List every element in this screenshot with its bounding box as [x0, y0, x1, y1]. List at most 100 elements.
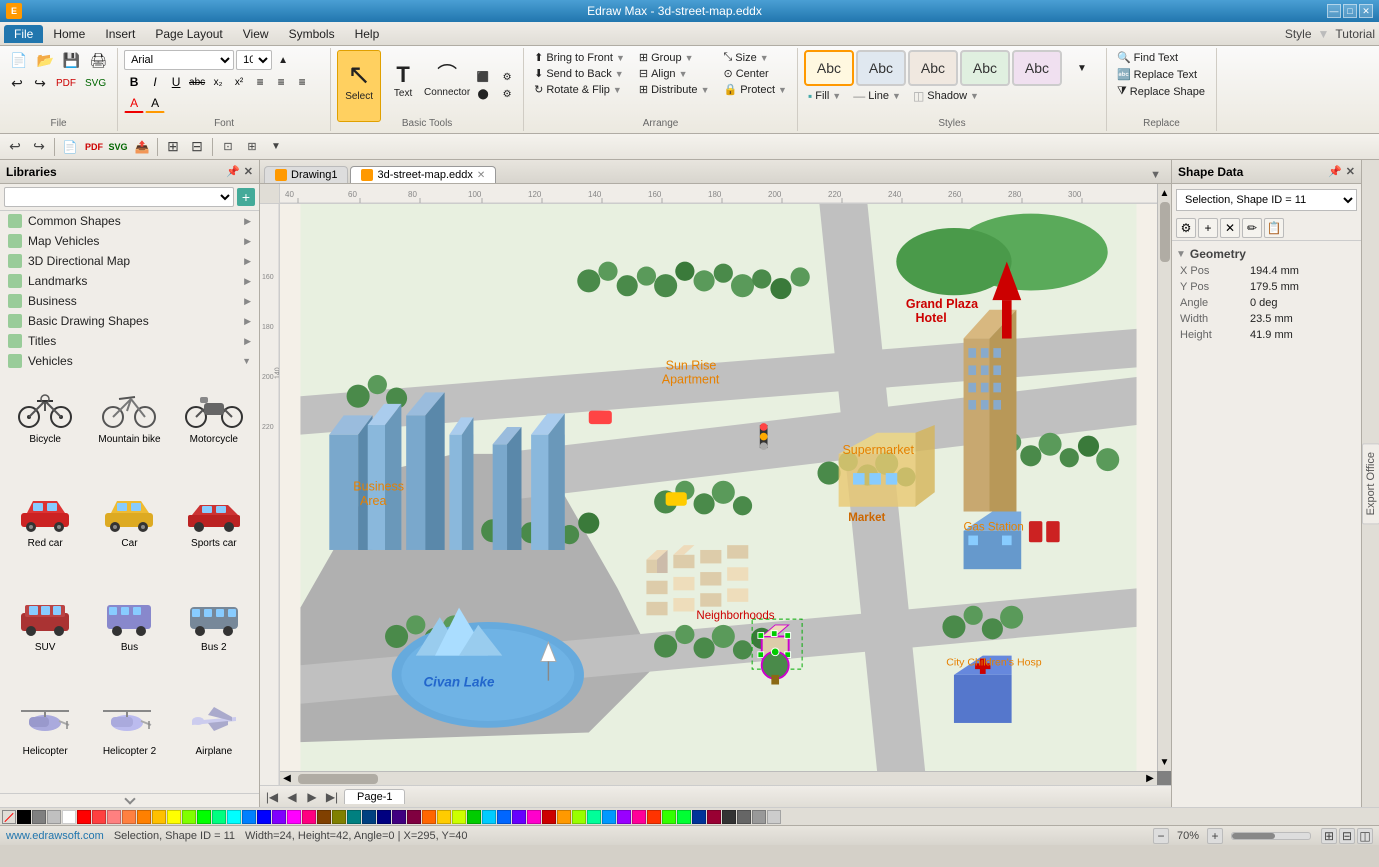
color-swatch[interactable] [362, 810, 376, 824]
lib-item-vehicles[interactable]: Map Vehicles ▶ [0, 231, 259, 251]
shape-car[interactable]: Car [88, 479, 170, 581]
color-swatch[interactable] [767, 810, 781, 824]
underline-btn[interactable]: U [166, 72, 186, 92]
view-btn-2[interactable]: ⊟ [1339, 828, 1355, 844]
fill-btn[interactable]: ▪ Fill ▼ [804, 88, 845, 104]
replace-shape-btn[interactable]: ⧩ Replace Shape [1113, 84, 1209, 99]
color-swatch[interactable] [437, 810, 451, 824]
close-btn[interactable]: ✕ [1359, 4, 1373, 18]
increase-size-btn[interactable]: ▲ [274, 53, 292, 68]
more-shapes-btn[interactable]: ⚙ [497, 70, 517, 85]
style-btn[interactable]: Style [1285, 27, 1312, 41]
color-swatch[interactable] [647, 810, 661, 824]
shape-data-pin-btn[interactable]: 📌 [1328, 165, 1342, 178]
undo-btn[interactable]: ↩ [6, 73, 28, 94]
minimize-btn[interactable]: — [1327, 4, 1341, 18]
shape-bus2[interactable]: Bus 2 [173, 583, 255, 685]
zoom-slider[interactable] [1231, 832, 1311, 840]
shape-red-car[interactable]: Red car [4, 479, 86, 581]
page-nav-next[interactable]: ▶ [304, 789, 320, 805]
align-left-btn[interactable]: ≡ [250, 72, 270, 92]
find-text-btn[interactable]: 🔍 Find Text [1113, 50, 1182, 65]
tb-new-btn[interactable]: 📄 [59, 136, 81, 158]
size-btn[interactable]: ⤡ Size ▼ [719, 50, 790, 65]
website-link[interactable]: www.edrawsoft.com [6, 830, 104, 842]
shape-rect-btn[interactable]: ⬛ [471, 70, 495, 85]
subscript-btn[interactable]: x₂ [208, 72, 228, 92]
italic-btn[interactable]: I [145, 72, 165, 92]
color-swatch[interactable] [452, 810, 466, 824]
color-swatch[interactable] [737, 810, 751, 824]
color-swatch[interactable] [107, 810, 121, 824]
color-swatch[interactable] [512, 810, 526, 824]
center-btn[interactable]: ⊙ Center [719, 66, 790, 81]
view-btn-1[interactable]: ⊞ [1321, 828, 1337, 844]
tb-pdf-btn[interactable]: PDF [83, 136, 105, 158]
font-size-select[interactable]: 10 [236, 50, 272, 70]
color-swatch[interactable] [482, 810, 496, 824]
font-color-btn[interactable]: A [124, 93, 144, 113]
lib-item-titles[interactable]: Titles ▶ [0, 331, 259, 351]
color-swatch[interactable] [62, 810, 76, 824]
maximize-btn[interactable]: □ [1343, 4, 1357, 18]
more-lines-btn[interactable]: ⚙ [497, 87, 517, 102]
color-swatch[interactable] [287, 810, 301, 824]
tb-undo-btn[interactable]: ↩ [4, 136, 26, 158]
tb-redo-btn[interactable]: ↪ [28, 136, 50, 158]
canvas-vscroll[interactable]: ▲ ▼ [1157, 184, 1171, 771]
shape-airplane[interactable]: Airplane [173, 687, 255, 789]
export-office-label[interactable]: Export Office [1362, 443, 1379, 524]
sd-edit-btn[interactable]: ✏ [1242, 218, 1262, 238]
color-swatch[interactable] [257, 810, 271, 824]
color-swatch[interactable] [392, 810, 406, 824]
lib-item-basic[interactable]: Basic Drawing Shapes ▶ [0, 311, 259, 331]
no-fill-swatch[interactable] [2, 810, 16, 824]
sd-delete-btn[interactable]: ✕ [1220, 218, 1240, 238]
tb-more-btn[interactable]: ▼ [265, 136, 287, 158]
color-swatch[interactable] [377, 810, 391, 824]
color-swatch[interactable] [572, 810, 586, 824]
color-swatch[interactable] [632, 810, 646, 824]
lib-item-vehiclescat[interactable]: Vehicles ▼ [0, 351, 259, 371]
lib-item-3dmap[interactable]: 3D Directional Map ▶ [0, 251, 259, 271]
page-tab-1[interactable]: Page-1 [344, 789, 405, 804]
color-swatch[interactable] [497, 810, 511, 824]
page-nav-last[interactable]: ▶| [324, 789, 340, 805]
libraries-close-btn[interactable]: ✕ [244, 165, 253, 178]
lib-item-business[interactable]: Business ▶ [0, 291, 259, 311]
shape-helicopter2[interactable]: Helicopter 2 [88, 687, 170, 789]
style-preset-3[interactable]: Abc [908, 50, 958, 86]
color-swatch[interactable] [227, 810, 241, 824]
tab-3dstreet[interactable]: 3d-street-map.eddx ✕ [350, 166, 496, 183]
lib-item-landmarks[interactable]: Landmarks ▶ [0, 271, 259, 291]
more-styles-btn[interactable]: ▼ [1064, 61, 1100, 76]
tb-svg-btn[interactable]: SVG [107, 136, 129, 158]
color-swatch[interactable] [77, 810, 91, 824]
color-swatch[interactable] [407, 810, 421, 824]
color-swatch[interactable] [47, 810, 61, 824]
color-swatch[interactable] [167, 810, 181, 824]
bring-to-front-btn[interactable]: ⬆ Bring to Front ▼ [530, 50, 629, 65]
menu-home[interactable]: Home [43, 25, 95, 43]
sd-filter-btn[interactable]: ⚙ [1176, 218, 1196, 238]
vscroll-up[interactable]: ▲ [1158, 186, 1172, 200]
shape-id-select[interactable]: Selection, Shape ID = 11 [1176, 189, 1357, 211]
select-tool-btn[interactable]: ↖ Select [337, 50, 381, 122]
map-viewport[interactable]: Market [280, 204, 1157, 771]
save-btn[interactable]: 💾 [59, 50, 84, 71]
color-swatch[interactable] [422, 810, 436, 824]
color-swatch[interactable] [17, 810, 31, 824]
menu-insert[interactable]: Insert [95, 25, 145, 43]
lib-scroll-down[interactable] [124, 793, 135, 804]
menu-symbols[interactable]: Symbols [279, 25, 345, 43]
hscroll-thumb[interactable] [298, 774, 378, 784]
bullets-btn[interactable]: ≡ [292, 72, 312, 92]
tb-full-width-btn[interactable]: ⊞ [241, 136, 263, 158]
page-nav-prev[interactable]: ◀ [284, 789, 300, 805]
color-swatch[interactable] [302, 810, 316, 824]
color-swatch[interactable] [137, 810, 151, 824]
send-to-back-btn[interactable]: ⬇ Send to Back ▼ [530, 66, 629, 81]
hscroll-left[interactable]: ◀ [280, 772, 294, 786]
rotate-flip-btn[interactable]: ↻ Rotate & Flip ▼ [530, 82, 629, 97]
align-btn[interactable]: ⊟ Align ▼ [635, 66, 714, 81]
